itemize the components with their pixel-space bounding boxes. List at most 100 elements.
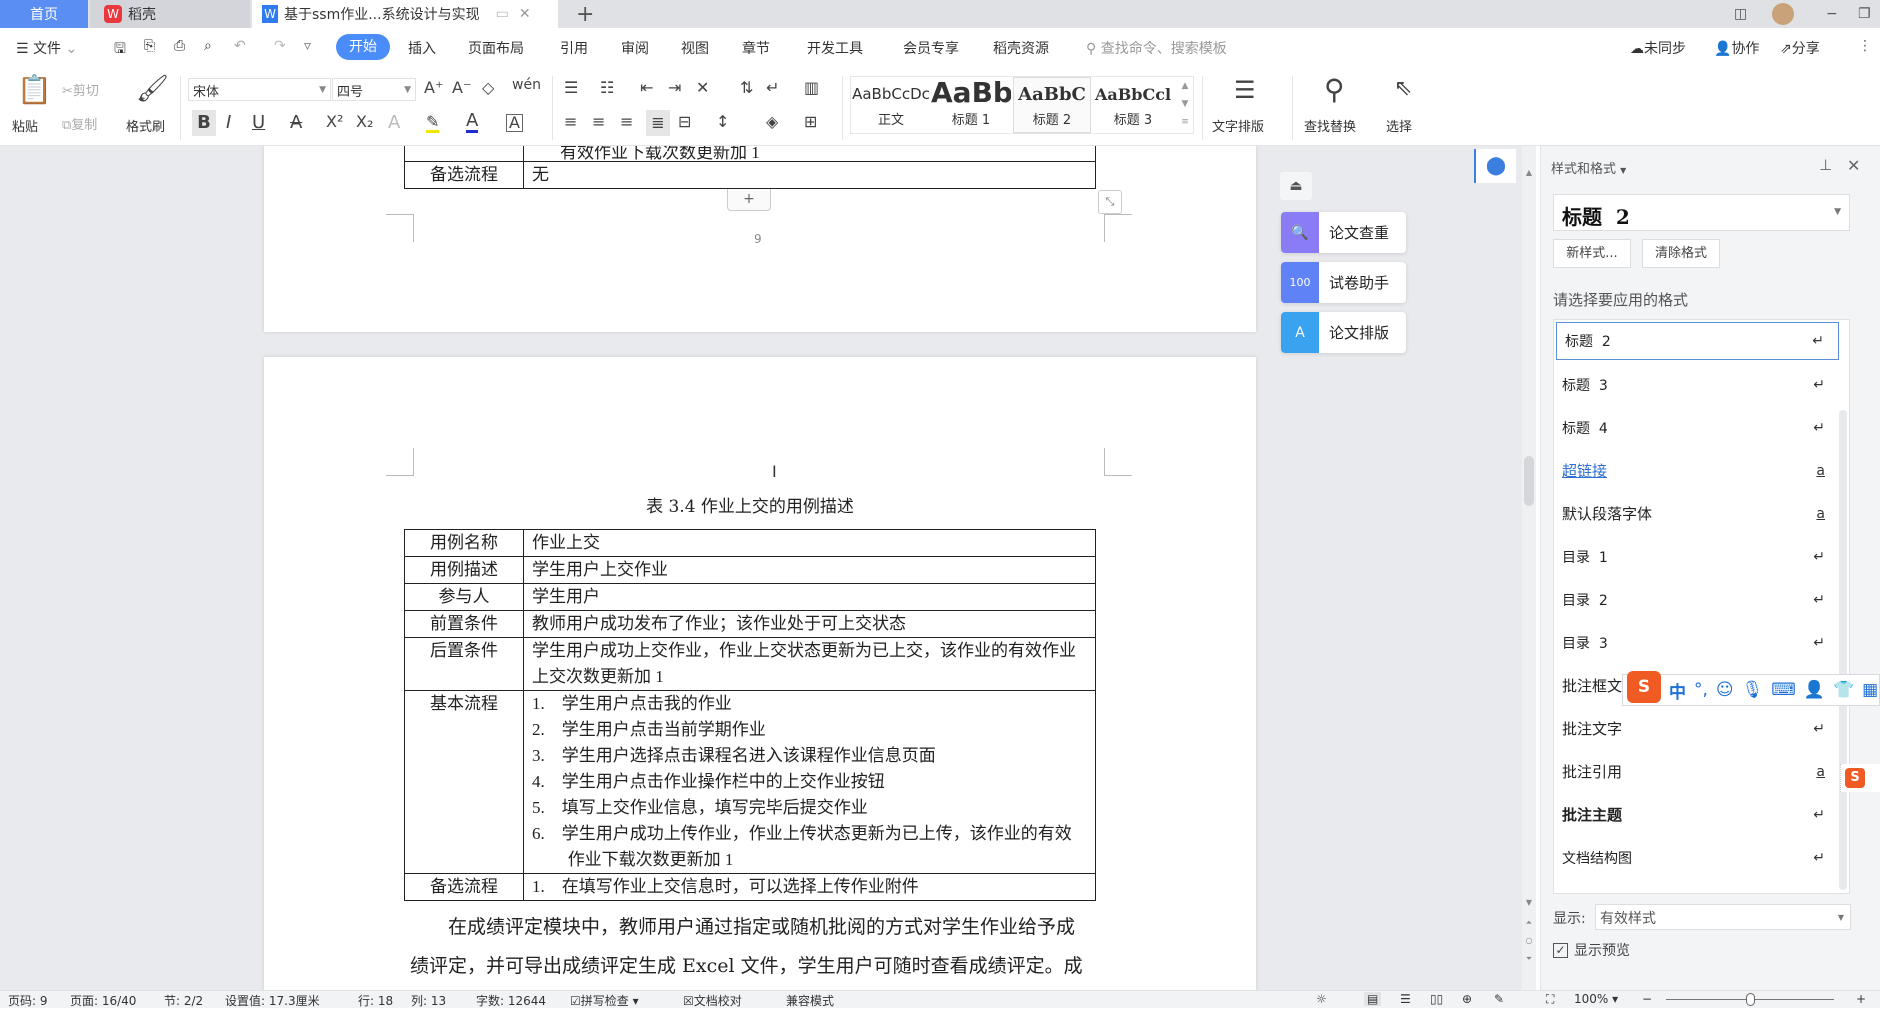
status-row[interactable]: 行: 18: [358, 992, 393, 1009]
paste-icon[interactable]: 📋: [17, 76, 52, 104]
ruler-icon[interactable]: ▥: [804, 80, 819, 96]
float-tool-button[interactable]: 100 试卷助手: [1281, 262, 1406, 303]
undo-icon[interactable]: ↶: [234, 38, 246, 54]
scroll-up-icon[interactable]: ▲: [1522, 168, 1536, 177]
tab-developer[interactable]: 开发工具: [807, 38, 863, 58]
bold-icon[interactable]: B: [192, 110, 216, 136]
justify-icon[interactable]: ≣: [646, 110, 670, 136]
page-view-icon[interactable]: ▤: [1364, 992, 1382, 1006]
underline-icon[interactable]: U: [252, 114, 265, 132]
clear-format-button[interactable]: 清除格式: [1642, 239, 1720, 268]
align-right-icon[interactable]: ≡: [620, 114, 633, 130]
tab-document[interactable]: W 基于ssm作业...系统设计与实现 ▭ ✕: [252, 0, 558, 28]
select-browse-icon[interactable]: ○: [1522, 936, 1536, 945]
tab-member[interactable]: 会员专享: [903, 38, 959, 58]
read-view-icon[interactable]: ▯▯: [1430, 992, 1443, 1006]
style-heading-1[interactable]: AaBb 标题 1: [931, 77, 1011, 133]
scrollbar-thumb[interactable]: [1524, 456, 1534, 506]
style-list-item[interactable]: 目录 1 ↵: [1554, 535, 1839, 578]
style-list-item[interactable]: 目录 3 ↵: [1554, 621, 1839, 664]
status-section[interactable]: 节: 2/2: [164, 992, 203, 1009]
zoom-out-button[interactable]: −: [1642, 992, 1652, 1006]
tab-start[interactable]: 开始: [336, 34, 390, 60]
tab-view[interactable]: 视图: [681, 38, 709, 58]
close-tab-icon[interactable]: ✕: [519, 6, 531, 22]
select-button[interactable]: 选择: [1386, 116, 1412, 135]
font-size-select[interactable]: 四号 ▼: [332, 78, 416, 101]
pin-icon[interactable]: ⊥: [1819, 156, 1832, 174]
tab-references[interactable]: 引用: [560, 38, 588, 58]
close-icon[interactable]: ✕: [1847, 156, 1860, 175]
float-tool-button[interactable]: A 论文排版: [1281, 312, 1406, 353]
increase-indent-icon[interactable]: ⇥: [668, 80, 681, 96]
style-normal[interactable]: AaBbCcDc 正文: [851, 77, 931, 133]
style-list-item[interactable]: 标题 4 ↵: [1554, 406, 1839, 449]
float-tool-button[interactable]: 🔍 论文查重: [1281, 212, 1406, 253]
restore-icon[interactable]: ❐: [1858, 0, 1871, 28]
zoom-in-button[interactable]: +: [1856, 992, 1866, 1006]
prev-page-icon[interactable]: ⏶: [1522, 918, 1536, 928]
write-mode-icon[interactable]: ✎: [1494, 992, 1504, 1006]
zoom-slider-thumb[interactable]: [1746, 993, 1755, 1006]
text-effect-icon[interactable]: A: [388, 114, 400, 132]
style-list-item[interactable]: 文档结构图 ↵: [1554, 836, 1839, 879]
numbering-icon[interactable]: ☷: [600, 80, 614, 96]
zoom-select[interactable]: 100% ▾: [1574, 992, 1618, 1006]
next-page-icon[interactable]: ⏷: [1522, 954, 1536, 964]
more-icon[interactable]: ⋮: [1858, 38, 1872, 54]
document-canvas[interactable]: 有效作业下载次数更新加 1 备选流程无 + ⤡ 9 表 3.4 作业上交的用例描…: [0, 146, 1536, 993]
format-painter-icon[interactable]: 🖌: [136, 76, 169, 102]
microphone-icon[interactable]: 🎙: [1742, 680, 1764, 700]
format-painter-button[interactable]: 格式刷: [126, 116, 165, 135]
find-replace-button[interactable]: 查找替换: [1304, 116, 1356, 135]
fit-page-icon[interactable]: ⛶: [1546, 992, 1554, 1007]
status-col[interactable]: 列: 13: [411, 992, 446, 1009]
style-heading-3[interactable]: AaBbCcl 标题 3: [1093, 77, 1173, 133]
command-search-input[interactable]: 查找命令、搜索模板: [1101, 41, 1227, 57]
line-spacing-icon[interactable]: ↕: [716, 114, 729, 130]
tab-chapter[interactable]: 章节: [742, 38, 770, 58]
text-layout-icon[interactable]: ☰: [1234, 78, 1256, 102]
file-menu[interactable]: ☰ 文件 ⌄: [16, 38, 77, 58]
text-layout-button[interactable]: 文字排版: [1212, 116, 1264, 135]
zoom-slider[interactable]: [1666, 993, 1834, 1006]
status-pages[interactable]: 页面: 16/40: [70, 992, 136, 1009]
tab-home[interactable]: 首页: [0, 0, 88, 28]
show-preview-checkbox[interactable]: ✓ 显示预览: [1553, 940, 1630, 960]
add-row-button[interactable]: +: [727, 189, 771, 211]
style-list-item[interactable]: 超链接 a: [1554, 449, 1839, 492]
cut-button[interactable]: ✂剪切: [62, 80, 99, 99]
spell-check-toggle[interactable]: ☑拼写检查 ▾: [570, 992, 639, 1009]
style-heading-2[interactable]: AaBbC 标题 2: [1013, 77, 1091, 133]
style-list-item[interactable]: 标题 3 ↵: [1554, 363, 1839, 406]
collaborate-button[interactable]: 👤协作: [1714, 38, 1759, 58]
pinyin-guide-icon[interactable]: wén: [512, 78, 541, 92]
grow-font-icon[interactable]: A⁺: [424, 80, 443, 96]
find-icon[interactable]: ⚲: [1324, 76, 1345, 104]
font-name-select[interactable]: 宋体 ▼: [188, 78, 331, 101]
subscript-icon[interactable]: X₂: [356, 114, 373, 130]
tab-review[interactable]: 审阅: [621, 38, 649, 58]
ime-toolbar[interactable]: S 中 °, ☺ 🎙 ⌨ 👤 👕 ▦: [1622, 671, 1880, 706]
status-page-code[interactable]: 页码: 9: [8, 992, 48, 1009]
ime-punct-toggle[interactable]: °,: [1694, 680, 1708, 700]
status-words[interactable]: 字数: 12644: [476, 992, 546, 1009]
style-list-item[interactable]: 批注主题 ↵: [1554, 793, 1839, 836]
proofread-toggle[interactable]: ☒文档校对: [683, 992, 742, 1009]
bullets-icon[interactable]: ☰: [564, 80, 578, 96]
shading-icon[interactable]: ◈: [766, 114, 778, 130]
skin-shirt-icon[interactable]: 👕: [1833, 680, 1854, 700]
emoji-icon[interactable]: ☺: [1716, 680, 1734, 700]
location-tab[interactable]: ⬤: [1474, 149, 1516, 183]
align-center-icon[interactable]: ≡: [592, 114, 605, 130]
current-style-select[interactable]: 标题 2 ▼: [1553, 194, 1850, 231]
show-marks-icon[interactable]: ↵: [766, 80, 779, 96]
style-list-scrollbar[interactable]: [1839, 410, 1847, 890]
style-list-item[interactable]: 目录 2 ↵: [1554, 578, 1839, 621]
align-left-icon[interactable]: ≡: [564, 114, 577, 130]
character-border-icon[interactable]: A: [506, 114, 523, 132]
customize-quick-access-icon[interactable]: ▿: [304, 38, 311, 54]
web-view-icon[interactable]: ⊕: [1462, 992, 1472, 1006]
new-style-button[interactable]: 新样式...: [1553, 239, 1631, 268]
redo-icon[interactable]: ↷: [274, 38, 286, 54]
